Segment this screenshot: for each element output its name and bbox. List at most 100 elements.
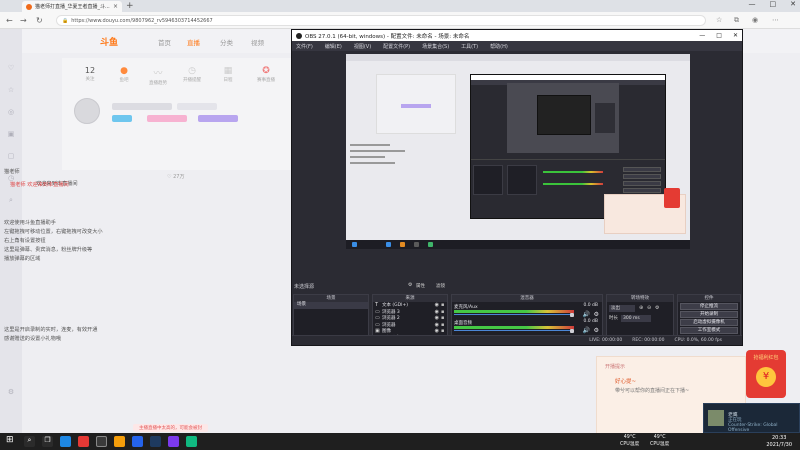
lock-icon[interactable]: ▪ <box>441 309 447 315</box>
forward-arrow-icon[interactable]: → <box>20 16 27 25</box>
back-arrow-icon[interactable]: ← <box>6 16 13 25</box>
transition-settings-icon[interactable]: ⚙ <box>655 305 659 311</box>
stat-trend[interactable]: 〰 直播趋势 <box>144 66 172 86</box>
preview-redbag <box>664 188 680 208</box>
chat-line: 播放弹幕的区域 <box>4 256 41 262</box>
transition-duration: 时长 300 ms <box>609 315 651 322</box>
reload-icon[interactable]: ↻ <box>36 16 43 25</box>
browser-source-icon: ▭ <box>375 321 380 328</box>
stat-follow[interactable]: 12 关注 <box>76 66 104 82</box>
douyu-logo[interactable]: 斗鱼 <box>100 35 118 48</box>
obs-minimize-button[interactable]: — <box>699 32 705 39</box>
search-icon[interactable]: ⌕ <box>24 436 35 447</box>
transition-type-select[interactable]: 淡出 <box>609 305 635 312</box>
streamer-avatar[interactable] <box>74 98 100 124</box>
steam-notification[interactable]: 老鹰 正在玩 Counter-Strike: Global Offensive <box>703 403 800 433</box>
menu-file[interactable]: 文件(F) <box>296 43 313 50</box>
rail-star-icon[interactable]: ☆ <box>0 79 22 101</box>
rec-time: REC: 00:00:00 <box>632 338 665 343</box>
red-packet-popup[interactable]: 抢福利红包 ¥ <box>746 350 786 398</box>
controls-header: 控件 <box>678 295 740 302</box>
rail-heart-icon[interactable]: ♡ <box>0 57 22 79</box>
stat-fishbar[interactable]: ● 鱼吧 <box>110 66 138 83</box>
channel-settings-icon[interactable]: ⚙ <box>594 311 599 318</box>
trophy-icon: ✪ <box>262 66 270 76</box>
duration-input[interactable]: 300 ms <box>621 315 651 322</box>
properties-gear-icon[interactable]: ⚙ <box>408 282 412 288</box>
menu-dots-icon[interactable]: ⋯ <box>772 16 779 24</box>
tab-close-icon[interactable]: × <box>113 3 118 10</box>
visibility-eye-icon[interactable]: ◉ <box>435 309 439 315</box>
friend-game: Counter-Strike: Global Offensive <box>728 423 778 433</box>
maximize-button[interactable]: □ <box>770 0 777 8</box>
new-tab-button[interactable]: + <box>126 1 134 11</box>
menu-tools[interactable]: 工具(T) <box>461 43 478 50</box>
stat-remind[interactable]: ◷ 开播提醒 <box>178 66 206 83</box>
menu-profile[interactable]: 配置文件(P) <box>383 43 410 50</box>
menu-help[interactable]: 帮助(H) <box>490 43 508 50</box>
obs-preview-canvas[interactable] <box>346 54 690 249</box>
steam-icon[interactable] <box>150 436 161 447</box>
properties-button[interactable]: 属性 <box>416 283 425 289</box>
lock-icon[interactable]: ▪ <box>441 302 447 308</box>
chat-line: 这里是开启录制的实时，连麦，有效开通 <box>4 327 98 333</box>
channel-settings-icon[interactable]: ⚙ <box>594 327 599 334</box>
volume-slider-knob[interactable] <box>570 328 574 333</box>
url-input[interactable]: 🔒 https://www.douyu.com/9807962_rv594630… <box>56 15 706 26</box>
speaker-icon[interactable]: 🔊 <box>583 311 590 318</box>
close-window-button[interactable]: ✕ <box>790 0 796 8</box>
app-blue-icon[interactable] <box>132 436 143 447</box>
nav-video[interactable]: 视频 <box>251 37 264 47</box>
visibility-eye-icon[interactable]: ◉ <box>435 302 439 308</box>
extensions-icon[interactable]: ⧉ <box>734 16 739 25</box>
windows-start-icon[interactable]: ⊞ <box>6 435 17 446</box>
lock-icon[interactable]: ▪ <box>441 315 447 321</box>
app-purple-icon[interactable] <box>168 436 179 447</box>
app-folder-icon[interactable] <box>114 436 125 447</box>
scene-item[interactable]: 场景 <box>294 302 368 309</box>
tab-title: 猫老师打直播_华夏王者直播_斗... <box>35 4 110 10</box>
app-green-icon[interactable] <box>186 436 197 447</box>
browser-tab[interactable]: 猫老师打直播_华夏王者直播_斗... × <box>22 1 122 12</box>
start-virtual-camera-button[interactable]: 启动虚拟摄像机 <box>680 319 738 326</box>
start-recording-button[interactable]: 开始录制 <box>680 311 738 318</box>
stop-streaming-button[interactable]: 停止推流 <box>680 303 738 310</box>
task-view-icon[interactable]: ❐ <box>42 436 53 447</box>
url-text: https://www.douyu.com/9807962_rv59463037… <box>71 17 213 24</box>
filters-button[interactable]: 滤镜 <box>436 283 445 289</box>
obs-maximize-button[interactable]: □ <box>716 32 722 39</box>
nav-home[interactable]: 首页 <box>158 37 171 47</box>
rail-game-icon[interactable]: ◎ <box>0 101 22 123</box>
menu-edit[interactable]: 编辑(E) <box>325 43 342 50</box>
app-red-icon[interactable] <box>78 436 89 447</box>
system-clock[interactable]: 20:33 2021/7/30 <box>766 435 792 448</box>
text-icon: T <box>375 302 379 309</box>
obs-taskbar-icon[interactable] <box>96 436 107 447</box>
stat-event[interactable]: ✪ 赛事直播 <box>252 66 280 83</box>
volume-slider-knob[interactable] <box>570 312 574 317</box>
minimize-button[interactable]: — <box>749 0 756 8</box>
obs-dock: 未选择源 ⚙ 属性 滤镜 场景 场景 + − ∧ ∨ 来源 T 文本 (GDI+… <box>292 280 742 342</box>
studio-mode-button[interactable]: 工作室模式 <box>680 327 738 334</box>
browser-source-icon: ▭ <box>375 308 380 315</box>
menu-scene-collection[interactable]: 场景集合(S) <box>422 43 449 50</box>
calendar-icon: ▦ <box>223 66 233 76</box>
speaker-icon[interactable]: 🔊 <box>583 327 590 334</box>
bookmark-star-icon[interactable]: ☆ <box>716 16 722 24</box>
menu-view[interactable]: 视图(V) <box>354 43 371 50</box>
remove-transition-icon[interactable]: ⊖ <box>647 305 651 311</box>
visibility-eye-icon[interactable]: ◉ <box>435 315 439 321</box>
lock-icon[interactable]: ▪ <box>441 322 447 328</box>
volume-slider[interactable] <box>454 314 574 315</box>
mixer-channel-desktop: 桌面音频 0.0 dB 🔊 ⚙ <box>454 319 599 334</box>
edge-browser-icon[interactable] <box>60 436 71 447</box>
rail-gift-icon[interactable]: ▣ <box>0 123 22 145</box>
profile-icon[interactable]: ◉ <box>752 16 758 24</box>
add-transition-icon[interactable]: ⊕ <box>639 305 643 311</box>
volume-slider[interactable] <box>454 330 574 331</box>
obs-close-button[interactable]: ✕ <box>733 32 738 39</box>
stat-schedule[interactable]: ▦ 日程 <box>214 66 242 83</box>
nav-category[interactable]: 分类 <box>220 37 233 47</box>
visibility-eye-icon[interactable]: ◉ <box>435 322 439 328</box>
nav-live[interactable]: 直播 <box>187 37 200 47</box>
